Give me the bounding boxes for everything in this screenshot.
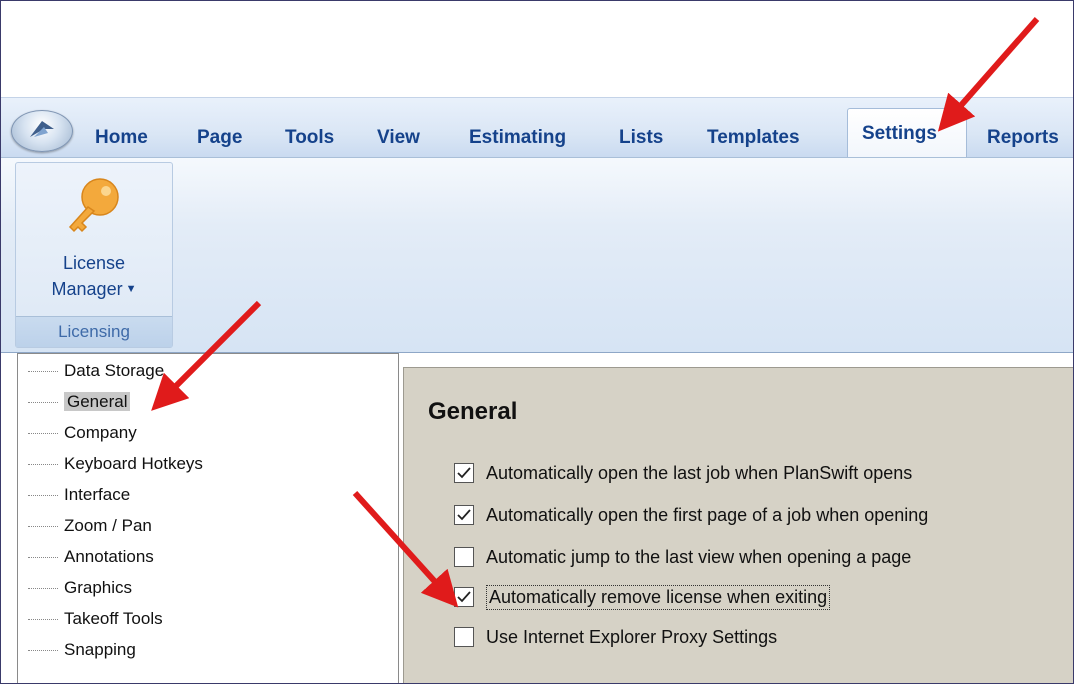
tree-item-takeoff-tools[interactable]: Takeoff Tools [28, 604, 163, 634]
tree-item-snapping[interactable]: Snapping [28, 635, 136, 665]
option-label: Automatic jump to the last view when ope… [486, 546, 912, 567]
tree-item-annotations[interactable]: Annotations [28, 542, 154, 572]
dropdown-caret-icon: ▼ [125, 283, 137, 295]
option-jump-last-view[interactable]: Automatic jump to the last view when ope… [454, 542, 911, 572]
checkmark-icon [457, 509, 471, 521]
tab-tools[interactable]: Tools [285, 127, 334, 149]
tree-item-data-storage[interactable]: Data Storage [28, 356, 164, 386]
general-settings-panel: General Automatically open the last job … [403, 367, 1073, 683]
option-ie-proxy[interactable]: Use Internet Explorer Proxy Settings [454, 622, 777, 652]
license-manager-label-line2: Manager ▼ [51, 279, 137, 299]
tab-home[interactable]: Home [95, 127, 148, 149]
tab-settings[interactable]: Settings [847, 108, 967, 157]
checkbox-checked[interactable] [454, 505, 474, 525]
ribbon-tab-strip: Home Page Tools View Estimating Lists Te… [1, 97, 1073, 158]
tab-view[interactable]: View [377, 127, 420, 149]
tab-estimating[interactable]: Estimating [469, 127, 566, 149]
license-manager-label-line1: License [62, 253, 126, 273]
checkmark-icon [457, 591, 471, 603]
option-label: Automatically open the last job when Pla… [486, 462, 913, 483]
checkbox-unchecked[interactable] [454, 627, 474, 647]
tab-reports[interactable]: Reports [987, 127, 1059, 149]
option-label-focused: Automatically remove license when exitin… [486, 584, 831, 610]
tree-item-interface[interactable]: Interface [28, 480, 130, 510]
settings-tree: Data Storage General Company Keyboard Ho… [17, 353, 399, 683]
checkbox-checked[interactable] [454, 587, 474, 607]
tree-item-graphics[interactable]: Graphics [28, 573, 132, 603]
option-open-last-job[interactable]: Automatically open the last job when Pla… [454, 458, 912, 488]
tree-item-company[interactable]: Company [28, 418, 137, 448]
tree-item-general-selected: General [64, 392, 131, 411]
app-logo-icon [30, 121, 54, 137]
tree-item-keyboard-hotkeys[interactable]: Keyboard Hotkeys [28, 449, 203, 479]
option-open-first-page[interactable]: Automatically open the first page of a j… [454, 500, 928, 530]
app-window: Home Page Tools View Estimating Lists Te… [0, 0, 1074, 684]
option-remove-license[interactable]: Automatically remove license when exitin… [454, 582, 831, 612]
checkmark-icon [457, 467, 471, 479]
application-menu-button[interactable] [11, 110, 73, 152]
licensing-group-label: Licensing [16, 316, 172, 347]
tab-templates[interactable]: Templates [707, 127, 800, 149]
settings-title: General [428, 398, 518, 425]
ribbon-panel: License Manager ▼ Licensing [1, 157, 1073, 353]
tree-item-zoom-pan[interactable]: Zoom / Pan [28, 511, 152, 541]
tab-lists[interactable]: Lists [619, 127, 663, 149]
key-icon [68, 178, 119, 233]
checkbox-unchecked[interactable] [454, 547, 474, 567]
tab-page[interactable]: Page [197, 127, 242, 149]
option-label: Use Internet Explorer Proxy Settings [486, 626, 778, 647]
tree-item-general[interactable]: General [28, 387, 131, 417]
checkbox-checked[interactable] [454, 463, 474, 483]
tab-settings-label: Settings [862, 123, 937, 144]
option-label: Automatically open the first page of a j… [486, 504, 929, 525]
licensing-group: License Manager ▼ Licensing [15, 162, 173, 348]
